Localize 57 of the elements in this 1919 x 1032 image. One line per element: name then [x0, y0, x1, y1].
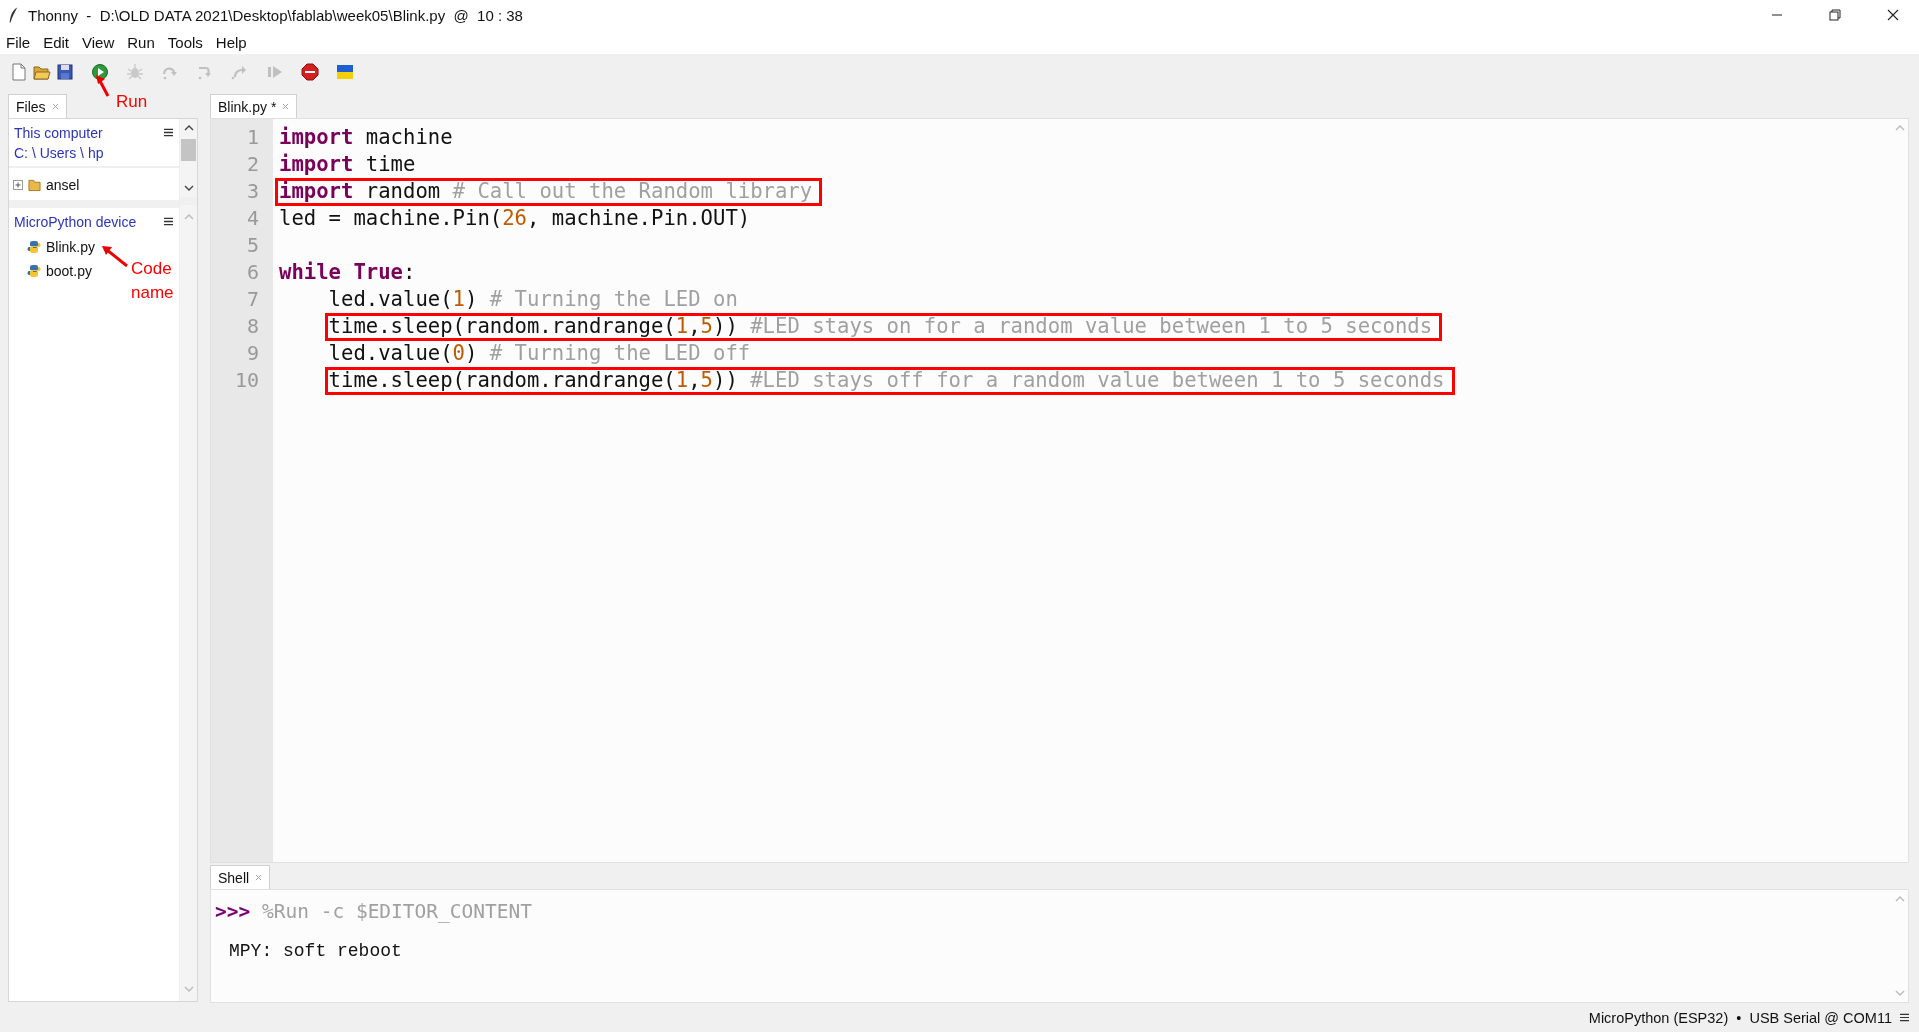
- code-line: import time: [279, 152, 416, 176]
- line-number: 5: [246, 232, 259, 259]
- status-text: MicroPython (ESP32) • USB Serial @ COM11: [1588, 1009, 1892, 1026]
- line-number: 10: [234, 367, 259, 394]
- line-number: 6: [246, 259, 259, 286]
- folder-icon[interactable]: [33, 63, 51, 81]
- file-name[interactable]: Blink.py: [46, 239, 96, 255]
- menu-item[interactable]: Run: [127, 33, 155, 51]
- code-line: led = machine.Pin(26, machine.Pin.OUT): [279, 206, 751, 230]
- tab[interactable]: Files: [8, 94, 67, 118]
- expand-icon[interactable]: [13, 180, 23, 190]
- annotation-label: Run: [116, 91, 148, 113]
- line-number: 9: [246, 340, 259, 367]
- arrow: [96, 75, 110, 97]
- menu-icon[interactable]: [164, 128, 173, 137]
- code-line: led.value(1) # Turning the LED on: [328, 287, 738, 311]
- location-path: C: \ Users \ hp: [14, 144, 105, 162]
- annotation-label: Code name: [131, 258, 175, 304]
- arrow: [102, 246, 128, 267]
- code-line: import machine: [279, 125, 453, 149]
- code-line: time.sleep(random.randrange(1,5)) #LED stays on for a random value between 1 to 5 seconds: [328, 314, 1433, 338]
- file-name[interactable]: ansel: [46, 177, 80, 193]
- flag-icon[interactable]: [336, 63, 354, 81]
- file-name[interactable]: boot.py: [46, 263, 92, 279]
- line-number: 2: [246, 151, 259, 178]
- folder-icon: [28, 178, 41, 192]
- code-line: import random # Call out the Random library: [279, 179, 813, 203]
- python-logo-icon: [27, 264, 41, 278]
- code-line: time.sleep(random.randrange(1,5)) #LED stays off for a random value between 1 to 5 seconds: [328, 368, 1445, 392]
- code-line: led.value(0) # Turning the LED off: [328, 341, 751, 365]
- menu-icon[interactable]: [164, 217, 173, 226]
- menu-icon[interactable]: [1900, 1013, 1909, 1022]
- menu-item[interactable]: Help: [215, 33, 247, 51]
- line-number: 7: [246, 286, 259, 313]
- shell-output: MPY: soft reboot: [228, 941, 403, 961]
- line-number: 3: [246, 178, 259, 205]
- restore-icon[interactable]: [1829, 9, 1841, 21]
- menu-item[interactable]: View: [82, 33, 115, 51]
- menu-item[interactable]: Tools: [167, 33, 203, 51]
- page-icon[interactable]: [10, 63, 28, 81]
- line-number: 8: [246, 313, 259, 340]
- feather-icon: [8, 6, 18, 24]
- window-title: Thonny - D:\OLD DATA 2021\Desktop\fablab\week05\Blink.py @ 10 : 38: [28, 6, 523, 24]
- code-line: while True:: [279, 260, 416, 284]
- tab[interactable]: Blink.py *: [210, 94, 298, 118]
- shell-command: >>> %Run -c $EDITOR_CONTENT: [215, 900, 533, 923]
- location-title: MicroPython device: [14, 213, 138, 231]
- stop-sign-icon[interactable]: [301, 63, 319, 81]
- menu-item[interactable]: Edit: [43, 33, 70, 51]
- line-number: 1: [246, 124, 259, 151]
- scrollbar-thumb[interactable]: [181, 139, 196, 161]
- menu-item[interactable]: File: [6, 33, 31, 51]
- python-logo-icon: [27, 240, 41, 254]
- close-icon[interactable]: [1887, 9, 1899, 21]
- line-number: 4: [246, 205, 259, 232]
- tab[interactable]: Shell: [210, 865, 271, 889]
- location-title: This computer: [14, 124, 104, 142]
